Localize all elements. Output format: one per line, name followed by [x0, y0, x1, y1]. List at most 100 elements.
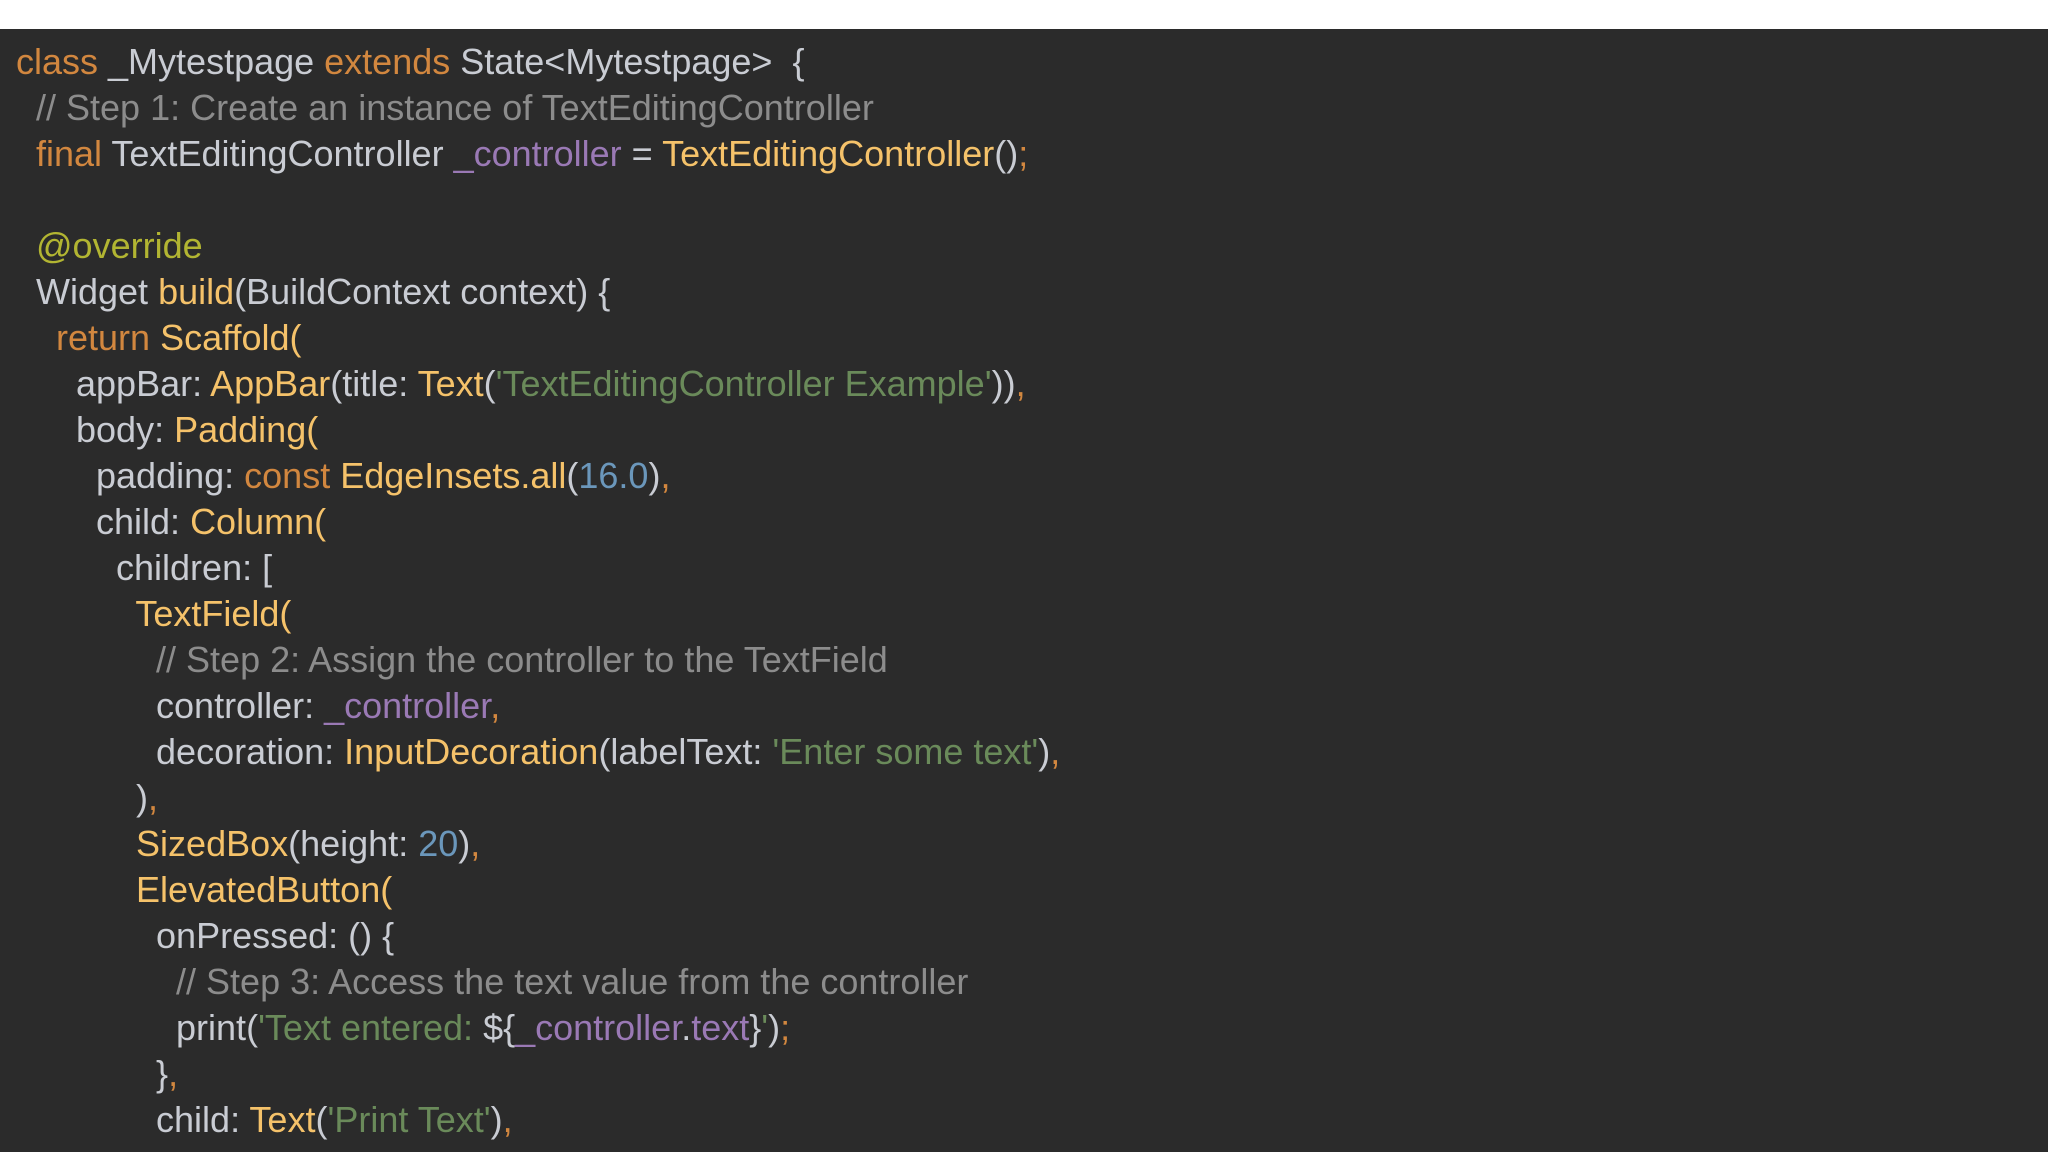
code-token-field: _controller — [453, 133, 622, 174]
code-token-plain: Widget — [16, 271, 159, 312]
code-token-plain: ( — [315, 1099, 328, 1140]
code-token-punct: , — [470, 823, 481, 864]
code-token-field: _controller — [324, 685, 491, 726]
code-token-plain: ) — [1038, 731, 1051, 772]
code-line[interactable] — [16, 177, 1060, 223]
code-token-punct: , — [168, 1053, 179, 1094]
code-token-plain: (height: — [288, 823, 419, 864]
code-token-plain: ) — [768, 1007, 781, 1048]
code-token-keyword: return — [56, 317, 151, 358]
code-token-plain: (labelText: — [598, 731, 773, 772]
code-line[interactable]: appBar: AppBar(title: Text('TextEditingC… — [16, 361, 1060, 407]
code-line[interactable]: decoration: InputDecoration(labelText: '… — [16, 729, 1060, 775]
code-token-punct: , — [660, 455, 671, 496]
code-token-func: build — [158, 271, 235, 312]
code-token-plain: ( — [483, 363, 496, 404]
code-token-punct: ; — [1018, 133, 1029, 174]
code-token-func: InputDecoration — [344, 731, 599, 772]
code-token-plain: padding: — [16, 455, 245, 496]
code-line[interactable]: child: Column( — [16, 499, 1060, 545]
code-token-keyword: const — [244, 455, 331, 496]
code-line[interactable]: body: Padding( — [16, 407, 1060, 453]
code-token-plain: ) — [648, 455, 661, 496]
code-token-func: ElevatedButton( — [136, 869, 393, 910]
code-token-plain: (BuildContext context) { — [234, 271, 611, 312]
code-token-keyword: final — [36, 133, 103, 174]
code-token-punct: , — [1015, 363, 1026, 404]
code-lines[interactable]: class _Mytestpage extends State<Mytestpa… — [16, 39, 1060, 1143]
code-line[interactable]: TextField( — [16, 591, 1060, 637]
code-token-func: Text — [249, 1099, 316, 1140]
code-line[interactable]: }, — [16, 1051, 1060, 1097]
code-token-plain: appBar: — [16, 363, 211, 404]
code-token-field: _controller — [515, 1007, 682, 1048]
code-token-annot: @override — [36, 225, 203, 266]
code-token-plain: _Mytestpage — [98, 41, 325, 82]
code-token-keyword: extends — [324, 41, 451, 82]
code-token-keyword: class — [16, 41, 99, 82]
code-token-string: 'Enter some text' — [772, 731, 1039, 772]
code-line[interactable]: Widget build(BuildContext context) { — [16, 269, 1060, 315]
code-line[interactable]: final TextEditingController _controller … — [16, 131, 1060, 177]
code-line[interactable]: controller: _controller, — [16, 683, 1060, 729]
code-line[interactable]: return Scaffold( — [16, 315, 1060, 361]
code-token-string: 'TextEditingController Example' — [495, 363, 992, 404]
code-token-number: 16.0 — [578, 455, 649, 496]
code-token-func: Scaffold( — [160, 317, 302, 358]
code-token-plain: (title: — [330, 363, 418, 404]
code-token-plain: () — [994, 133, 1019, 174]
code-token-func: TextEditingController — [662, 133, 995, 174]
code-line[interactable]: child: Text('Print Text'), — [16, 1097, 1060, 1143]
code-token-plain: = — [621, 133, 663, 174]
code-line[interactable]: ElevatedButton( — [16, 867, 1060, 913]
code-line[interactable]: @override — [16, 223, 1060, 269]
code-token-punct: , — [490, 685, 501, 726]
code-token-punct: , — [1050, 731, 1061, 772]
code-token-punct: , — [502, 1099, 513, 1140]
code-line[interactable]: // Step 1: Create an instance of TextEdi… — [16, 85, 1060, 131]
code-line[interactable]: children: [ — [16, 545, 1060, 591]
code-token-plain: )) — [991, 363, 1016, 404]
code-line[interactable]: onPressed: () { — [16, 913, 1060, 959]
code-token-punct: , — [148, 777, 159, 818]
code-token-comment: // Step 3: Access the text value from th… — [176, 961, 969, 1002]
code-token-plain: ) — [16, 777, 149, 818]
code-token-func: TextField( — [135, 593, 292, 634]
code-token-plain: child: — [16, 501, 191, 542]
code-token-plain: print( — [16, 1007, 259, 1048]
code-token-plain: child: — [16, 1099, 250, 1140]
code-token-string: 'Text entered: — [258, 1007, 484, 1048]
code-token-comment: // Step 1: Create an instance of TextEdi… — [36, 87, 874, 128]
code-token-plain: State<Mytestpage> { — [450, 41, 805, 82]
code-token-plain: } — [749, 1007, 762, 1048]
code-token-string: 'Print Text' — [327, 1099, 491, 1140]
code-line[interactable]: print('Text entered: ${_controller.text}… — [16, 1005, 1060, 1051]
code-token-plain: } — [16, 1053, 169, 1094]
code-line[interactable]: ), — [16, 775, 1060, 821]
code-token-comment: // Step 2: Assign the controller to the … — [156, 639, 888, 680]
code-editor[interactable]: class _Mytestpage extends State<Mytestpa… — [0, 29, 2048, 1152]
code-token-plain: TextEditingController — [102, 133, 454, 174]
code-token-func: AppBar — [210, 363, 331, 404]
code-line[interactable]: SizedBox(height: 20), — [16, 821, 1060, 867]
code-line[interactable]: class _Mytestpage extends State<Mytestpa… — [16, 39, 1060, 85]
code-token-plain: ) — [458, 823, 471, 864]
code-token-plain: . — [681, 1007, 692, 1048]
code-token-plain: ${ — [483, 1007, 516, 1048]
code-line[interactable]: padding: const EdgeInsets.all(16.0), — [16, 453, 1060, 499]
code-token-plain: ( — [566, 455, 579, 496]
code-line[interactable]: // Step 3: Access the text value from th… — [16, 959, 1060, 1005]
code-token-plain: decoration: — [16, 731, 345, 772]
code-token-field: text — [691, 1007, 750, 1048]
code-line[interactable]: // Step 2: Assign the controller to the … — [16, 637, 1060, 683]
